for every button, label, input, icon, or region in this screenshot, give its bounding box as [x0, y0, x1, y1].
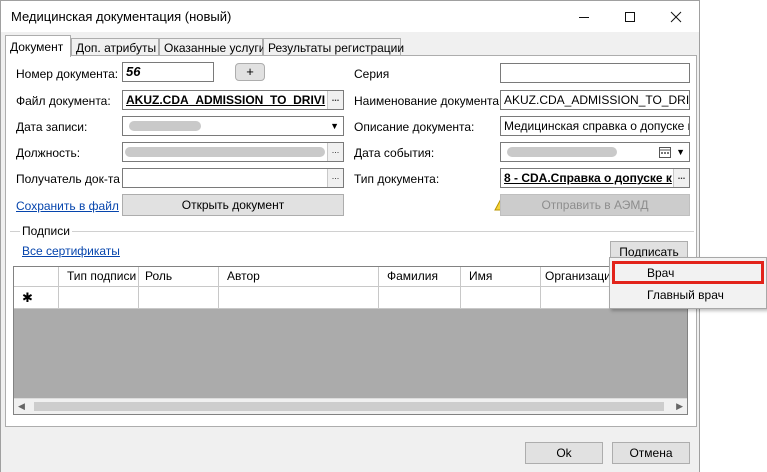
recipient-field[interactable]: ...	[122, 168, 344, 188]
doc-type-field[interactable]: 8 - CDA.Справка о допуске к ...	[500, 168, 690, 188]
series-label: Серия	[354, 67, 390, 81]
position-browse-button[interactable]: ...	[327, 143, 343, 161]
signatures-table: Тип подписи Роль Автор Фамилия Имя Орган…	[13, 266, 688, 415]
doc-file-value: AKUZ.CDA_ADMISSION_TO_DRIVI	[126, 93, 326, 107]
column-header[interactable]: Организация	[541, 267, 611, 287]
table-cell[interactable]	[59, 287, 139, 309]
column-header[interactable]: Имя	[461, 267, 541, 287]
signatures-group-title: Подписи	[20, 224, 72, 238]
window-title: Медицинская документация (новый)	[11, 9, 232, 24]
column-header[interactable]: Тип подписи	[59, 267, 139, 287]
close-button[interactable]	[653, 1, 699, 32]
record-date-label: Дата записи:	[16, 120, 88, 134]
table-cell[interactable]	[139, 287, 219, 309]
recipient-label: Получатель док-та	[16, 172, 120, 186]
calendar-icon[interactable]	[659, 145, 671, 161]
tab-registration-results[interactable]: Результаты регистрации	[263, 38, 404, 56]
series-field[interactable]	[500, 63, 690, 83]
group-divider	[10, 231, 694, 232]
chevron-down-icon[interactable]: ▼	[330, 117, 339, 135]
table-cell[interactable]	[541, 287, 611, 309]
redacted-value	[129, 121, 201, 131]
doc-description-field[interactable]: Медицинская справка о допуске к уп	[500, 116, 690, 136]
table-cell[interactable]	[461, 287, 541, 309]
doc-name-field[interactable]: AKUZ.CDA_ADMISSION_TO_DRIVING	[500, 90, 690, 110]
column-header[interactable]: Роль	[139, 267, 219, 287]
column-header[interactable]: Фамилия	[379, 267, 461, 287]
scroll-thumb[interactable]	[34, 402, 664, 411]
column-header[interactable]: Автор	[219, 267, 379, 287]
tab-document[interactable]: Документ	[5, 35, 71, 57]
open-document-button[interactable]: Открыть документ	[122, 194, 344, 216]
doc-file-field[interactable]: AKUZ.CDA_ADMISSION_TO_DRIVI ...	[122, 90, 344, 110]
tab-extra-attributes[interactable]: Доп. атрибуты	[71, 38, 159, 56]
horizontal-scrollbar[interactable]: ◀ ▶	[14, 398, 687, 414]
table-cell[interactable]	[379, 287, 461, 309]
add-number-button[interactable]: +	[235, 63, 265, 81]
title-bar: Медицинская документация (новый)	[1, 1, 699, 32]
doc-file-browse-button[interactable]: ...	[327, 91, 343, 109]
doc-description-label: Описание документа:	[354, 120, 475, 134]
row-header-corner	[14, 267, 59, 287]
menu-item-chief-doctor[interactable]: Главный врач	[611, 284, 765, 306]
all-certificates-link[interactable]: Все сертификаты	[22, 244, 120, 258]
tab-services[interactable]: Оказанные услуги	[159, 38, 265, 56]
send-to-aemd-button[interactable]: Отправить в АЭМД	[500, 194, 690, 216]
close-icon	[670, 11, 682, 22]
ok-button[interactable]: Ok	[525, 442, 603, 464]
doc-number-field[interactable]: 56	[122, 62, 214, 82]
chevron-down-icon[interactable]: ▼	[676, 143, 685, 161]
highlight-frame	[612, 261, 764, 284]
cancel-button[interactable]: Отмена	[612, 442, 690, 464]
maximize-icon	[625, 11, 635, 22]
doc-file-label: Файл документа:	[16, 94, 111, 108]
event-date-label: Дата события:	[354, 146, 435, 160]
tab-strip: Документ Доп. атрибуты Оказанные услуги …	[5, 35, 697, 57]
table-cell[interactable]	[219, 287, 379, 309]
event-date-picker[interactable]: ▼	[500, 142, 690, 162]
minimize-button[interactable]	[561, 1, 607, 32]
position-field[interactable]: ...	[122, 142, 344, 162]
position-label: Должность:	[16, 146, 81, 160]
doc-type-value: 8 - CDA.Справка о допуске к	[504, 171, 672, 185]
minimize-icon	[579, 16, 589, 18]
redacted-value	[507, 147, 617, 157]
recipient-browse-button[interactable]: ...	[327, 169, 343, 187]
doc-name-label: Наименование документа:	[354, 94, 503, 108]
scroll-right-icon[interactable]: ▶	[676, 401, 683, 412]
redacted-value	[125, 147, 325, 157]
new-row-marker: ✱	[14, 287, 59, 309]
doc-type-label: Тип документа:	[354, 172, 440, 186]
maximize-button[interactable]	[607, 1, 653, 32]
doc-number-label: Номер документа:	[16, 67, 119, 81]
record-date-select[interactable]: ▼	[122, 116, 344, 136]
doc-type-browse-button[interactable]: ...	[673, 169, 689, 187]
save-to-file-link[interactable]: Сохранить в файл	[16, 199, 119, 213]
scroll-left-icon[interactable]: ◀	[18, 401, 25, 412]
